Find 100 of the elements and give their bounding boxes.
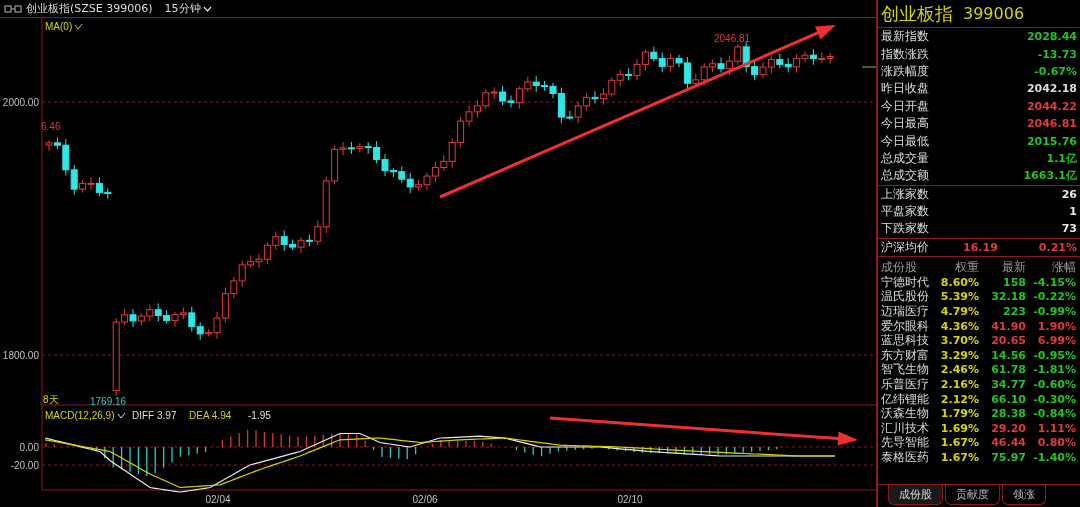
table-cell-text: 8.60% bbox=[939, 275, 979, 289]
ma-dropdown[interactable]: MA(0) bbox=[45, 21, 83, 32]
column-header: 成份股 bbox=[881, 258, 918, 276]
stat-label: 总成交量 bbox=[881, 149, 930, 167]
stat-label: 平盘家数 bbox=[881, 203, 930, 221]
table-cell-text: 3.29% bbox=[939, 348, 979, 362]
stat-label: 下跌家数 bbox=[881, 220, 930, 238]
stat-value: 73 bbox=[1061, 222, 1077, 236]
date-label: 02/10 bbox=[617, 494, 643, 505]
stock-row[interactable]: 东方财富 3.29% 14.56 -0.95% bbox=[878, 348, 1080, 363]
stock-row[interactable]: 迈瑞医疗 4.79% 223 -0.99% bbox=[878, 304, 1080, 319]
table-cell-text: 20.65 bbox=[990, 334, 1026, 348]
table-cell-text: -1.40% bbox=[1032, 451, 1076, 464]
stat-value: 2042.18 bbox=[1026, 82, 1077, 96]
table-cell-text: 28.38 bbox=[990, 407, 1026, 421]
macd-dropdown[interactable]: MACD(12,26,9) bbox=[45, 410, 115, 421]
table-cell-text: 32.18 bbox=[990, 290, 1026, 304]
stat-value: 2046.81 bbox=[1026, 117, 1077, 131]
stock-row[interactable]: 亿纬锂能 2.12% 66.10 -0.30% bbox=[878, 391, 1080, 407]
axis-label: 0.00 bbox=[19, 442, 39, 453]
stock-row[interactable]: 温氏股份 5.39% 32.18 -0.22% bbox=[878, 289, 1080, 305]
price-label: 2046.81 bbox=[714, 33, 751, 44]
stock-name: 先导智能 bbox=[881, 434, 930, 451]
price-label: 1769.16 bbox=[90, 396, 127, 407]
table-cell-text: 41.90 bbox=[990, 319, 1026, 333]
stat-label: 指数涨跌 bbox=[881, 45, 930, 63]
stock-row[interactable]: 泰格医药 1.67% 75.97 -1.40% bbox=[878, 450, 1080, 465]
table-cell-text: 4.79% bbox=[939, 305, 979, 319]
stock-row[interactable]: 爱尔眼科 4.36% 41.90 1.90% bbox=[878, 318, 1080, 334]
table-cell-text: 158 bbox=[1002, 275, 1026, 289]
stat-value: 16.19 bbox=[963, 240, 998, 254]
table-cell-text: -1.81% bbox=[1032, 363, 1076, 377]
table-cell-text: 1.67% bbox=[939, 436, 979, 450]
stock-name: 泰格医药 bbox=[881, 449, 930, 466]
dea-value: DEA 4.94 bbox=[189, 410, 232, 421]
stock-row[interactable]: 先导智能 1.67% 46.44 0.80% bbox=[878, 435, 1080, 451]
table-cell-text: 5.39% bbox=[939, 290, 979, 304]
stock-name: 迈瑞医疗 bbox=[881, 303, 930, 320]
stock-row[interactable]: 沃森生物 1.79% 28.38 -0.84% bbox=[878, 406, 1080, 421]
table-cell-text: 29.20 bbox=[990, 421, 1026, 435]
date-label: 02/06 bbox=[412, 494, 438, 505]
axis-label: 1800.00 bbox=[2, 350, 39, 361]
table-cell-text: 2.12% bbox=[939, 392, 979, 406]
table-cell-text: -0.95% bbox=[1032, 348, 1076, 362]
stat-value: 2044.22 bbox=[1026, 99, 1077, 113]
stat-label: 今日开盘 bbox=[881, 97, 930, 115]
date-label: 02/04 bbox=[205, 494, 231, 505]
table-cell-text: 75.97 bbox=[990, 451, 1026, 464]
table-cell-text: 3.70% bbox=[939, 334, 979, 348]
stat-value: 1 bbox=[1069, 205, 1077, 219]
diff-value: DIFF 3.97 bbox=[132, 410, 177, 421]
table-cell-text: 0.80% bbox=[1036, 436, 1076, 450]
stock-row[interactable]: 宁德时代 8.60% 158 -4.15% bbox=[878, 275, 1080, 290]
table-cell-text: 223 bbox=[1002, 305, 1026, 319]
column-header: 涨幅 bbox=[1051, 258, 1076, 276]
period-dropdown[interactable]: 15分钟 bbox=[156, 1, 212, 16]
column-header: 权重 bbox=[954, 258, 979, 276]
stat-label: 最新指数 bbox=[881, 28, 930, 46]
stock-name: 沃森生物 bbox=[881, 405, 930, 422]
stat-value: 26 bbox=[1061, 187, 1077, 201]
stock-name: 宁德时代 bbox=[881, 273, 930, 290]
panel-tab[interactable]: 成份股 bbox=[888, 485, 943, 505]
stock-row[interactable]: 汇川技术 1.69% 29.20 1.11% bbox=[878, 421, 1080, 436]
table-cell-text: -0.84% bbox=[1032, 407, 1076, 421]
stock-row[interactable]: 蓝思科技 3.70% 20.65 6.99% bbox=[878, 333, 1080, 349]
table-cell-text: 61.78 bbox=[990, 363, 1026, 377]
index-name: 创业板指 bbox=[881, 1, 953, 26]
stat-label: 今日最低 bbox=[881, 132, 930, 150]
stat-label: 昨日收盘 bbox=[881, 80, 930, 98]
table-cell-text: 46.44 bbox=[990, 436, 1026, 450]
stat-value: 2028.44 bbox=[1026, 30, 1077, 44]
table-cell-text: 34.77 bbox=[990, 378, 1026, 392]
table-cell-text: 66.10 bbox=[990, 392, 1026, 406]
stat-value: 2015.76 bbox=[1026, 134, 1077, 148]
stat-value: 0.21% bbox=[1038, 240, 1077, 254]
panel-tab[interactable]: 贡献度 bbox=[945, 485, 1000, 505]
stock-row[interactable]: 智飞生物 2.46% 61.78 -1.81% bbox=[878, 362, 1080, 378]
stat-label: 总成交额 bbox=[881, 167, 930, 185]
axis-label: -20.00 bbox=[10, 460, 39, 471]
stock-name: 智飞生物 bbox=[881, 361, 930, 378]
stat-value: 1.1亿 bbox=[1046, 150, 1077, 166]
axis-label: 2000.00 bbox=[2, 97, 39, 108]
stock-name: 亿纬锂能 bbox=[881, 390, 930, 407]
table-cell-text: 4.36% bbox=[939, 319, 979, 333]
price-label: 6.46 bbox=[41, 121, 61, 132]
stock-name: 乐普医疗 bbox=[881, 376, 930, 393]
column-header: 最新 bbox=[1001, 258, 1026, 276]
table-cell-text: 1.79% bbox=[939, 407, 979, 421]
table-cell-text: -0.30% bbox=[1032, 392, 1076, 406]
period-label: 8天 bbox=[43, 394, 59, 405]
stock-name: 东方财富 bbox=[881, 346, 930, 363]
stat-label: 今日最高 bbox=[881, 115, 930, 133]
stat-label: 涨跌幅度 bbox=[881, 62, 930, 80]
table-cell-text: -0.22% bbox=[1032, 290, 1076, 304]
macd-value: -1.95 bbox=[248, 410, 271, 421]
stock-name: 汇川技术 bbox=[881, 419, 930, 436]
stat-value: -0.67% bbox=[1034, 64, 1077, 78]
stock-row[interactable]: 乐普医疗 2.16% 34.77 -0.60% bbox=[878, 377, 1080, 392]
stat-label: 沪深均价 bbox=[881, 238, 930, 256]
panel-tab[interactable]: 领涨 bbox=[1002, 485, 1046, 505]
